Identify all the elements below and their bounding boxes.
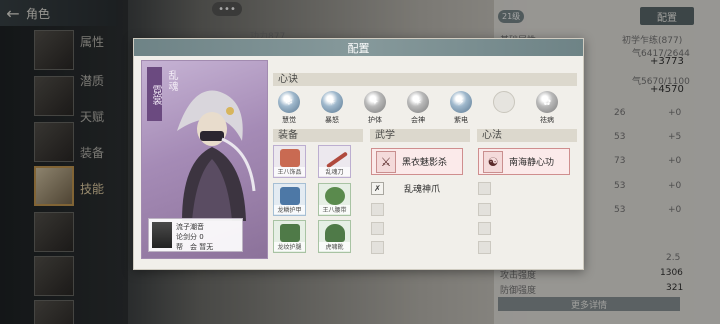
armor-icon bbox=[280, 149, 300, 167]
heart-main-skill[interactable]: ☯ 南海静心功 bbox=[478, 148, 570, 175]
character-info-box: 流子潮音 论剑分 0 帮 会 暂无 bbox=[148, 218, 243, 252]
empty-skill-slot[interactable] bbox=[371, 241, 384, 254]
dialog-title: 配置 bbox=[134, 39, 583, 56]
info-line: 流子潮音 bbox=[176, 223, 204, 231]
equipment-label: 乱魂刀 bbox=[319, 167, 350, 176]
section-martial-header: 武学 bbox=[370, 129, 470, 142]
focus-icon: ✶ bbox=[407, 91, 429, 113]
xinjue-label: 紫电 bbox=[454, 116, 468, 124]
section-equipment-header: 装备 bbox=[273, 129, 363, 142]
avatar bbox=[152, 222, 172, 248]
character-name: 霓裳 bbox=[147, 67, 162, 121]
sword-icon bbox=[326, 151, 348, 169]
empty-skill-slot[interactable] bbox=[478, 222, 491, 235]
cure-icon: ✿ bbox=[536, 91, 558, 113]
empty-skill-slot[interactable] bbox=[478, 203, 491, 216]
skill-name: 南海静心功 bbox=[509, 158, 555, 168]
skill-name: 乱魂神爪 bbox=[404, 185, 441, 195]
equipment-label: 王八腰带 bbox=[319, 205, 350, 214]
section-xinjue-header: 心诀 bbox=[273, 73, 577, 86]
config-dialog: 配置 霓裳 乱魂 流子潮音 论剑分 0 帮 会 暂无 心诀 ❄ 慧觉 ✴ 暴怒 … bbox=[133, 38, 584, 270]
xinjue-label: 会神 bbox=[411, 116, 425, 124]
xinjue-slot[interactable]: ✦ 护体 bbox=[358, 91, 392, 125]
xinjue-slot[interactable]: ✶ 会神 bbox=[401, 91, 435, 125]
equipment-label: 王八饰品 bbox=[274, 167, 305, 176]
martial-sub-skill[interactable]: ✗ 乱魂神爪 bbox=[371, 182, 440, 195]
leg-armor-icon bbox=[280, 224, 300, 242]
spirit-icon: ❄ bbox=[278, 91, 300, 113]
section-heart-header: 心法 bbox=[477, 129, 577, 142]
martial-main-skill[interactable]: ⚔ 黑衣魅影杀 bbox=[371, 148, 463, 175]
equipment-slot[interactable]: 虎啸靴 bbox=[318, 220, 351, 253]
info-line: 帮 会 暂无 bbox=[176, 243, 214, 251]
chest-armor-icon bbox=[280, 187, 300, 205]
empty-skill-slot[interactable] bbox=[478, 182, 491, 195]
xinjue-label: 祛病 bbox=[540, 116, 554, 124]
xinjue-label: 慧觉 bbox=[282, 116, 296, 124]
empty-skill-slot[interactable] bbox=[371, 222, 384, 235]
claw-icon: ✗ bbox=[371, 182, 384, 195]
meditation-icon: ☯ bbox=[483, 150, 503, 173]
xinjue-slot[interactable]: ❄ 慧觉 bbox=[272, 91, 306, 125]
info-line: 论剑分 0 bbox=[176, 233, 204, 241]
equipment-label: 龙纹护腿 bbox=[274, 242, 305, 251]
martial-skill-icon: ⚔ bbox=[376, 150, 396, 173]
xinjue-slot[interactable]: ✿ 祛病 bbox=[530, 91, 564, 125]
belt-icon bbox=[325, 187, 345, 205]
shield-icon: ✦ bbox=[364, 91, 386, 113]
lightning-icon: ⚡ bbox=[450, 91, 472, 113]
equipment-slot[interactable]: 王八腰带 bbox=[318, 183, 351, 216]
xinjue-label: 暴怒 bbox=[325, 116, 339, 124]
xinjue-slot[interactable]: ⚡ 紫电 bbox=[444, 91, 478, 125]
xinjue-label: 护体 bbox=[368, 116, 382, 124]
equipment-slot[interactable]: 乱魂刀 bbox=[318, 145, 351, 178]
skill-name: 黑衣魅影杀 bbox=[402, 158, 448, 168]
empty-skill-slot[interactable] bbox=[478, 241, 491, 254]
xinjue-slot-empty[interactable] bbox=[487, 91, 521, 115]
equipment-slot[interactable]: 王八饰品 bbox=[273, 145, 306, 178]
character-card: 霓裳 乱魂 流子潮音 论剑分 0 帮 会 暂无 bbox=[141, 60, 268, 259]
equipment-label: 龙鳞护甲 bbox=[274, 205, 305, 214]
rage-icon: ✴ bbox=[321, 91, 343, 113]
equipment-slot[interactable]: 龙纹护腿 bbox=[273, 220, 306, 253]
equipment-slot[interactable]: 龙鳞护甲 bbox=[273, 183, 306, 216]
empty-slot-icon bbox=[493, 91, 515, 113]
character-figure-image bbox=[177, 90, 256, 221]
equipment-label: 虎啸靴 bbox=[319, 242, 350, 251]
boots-icon bbox=[325, 224, 345, 242]
xinjue-slot[interactable]: ✴ 暴怒 bbox=[315, 91, 349, 125]
empty-skill-slot[interactable] bbox=[371, 203, 384, 216]
